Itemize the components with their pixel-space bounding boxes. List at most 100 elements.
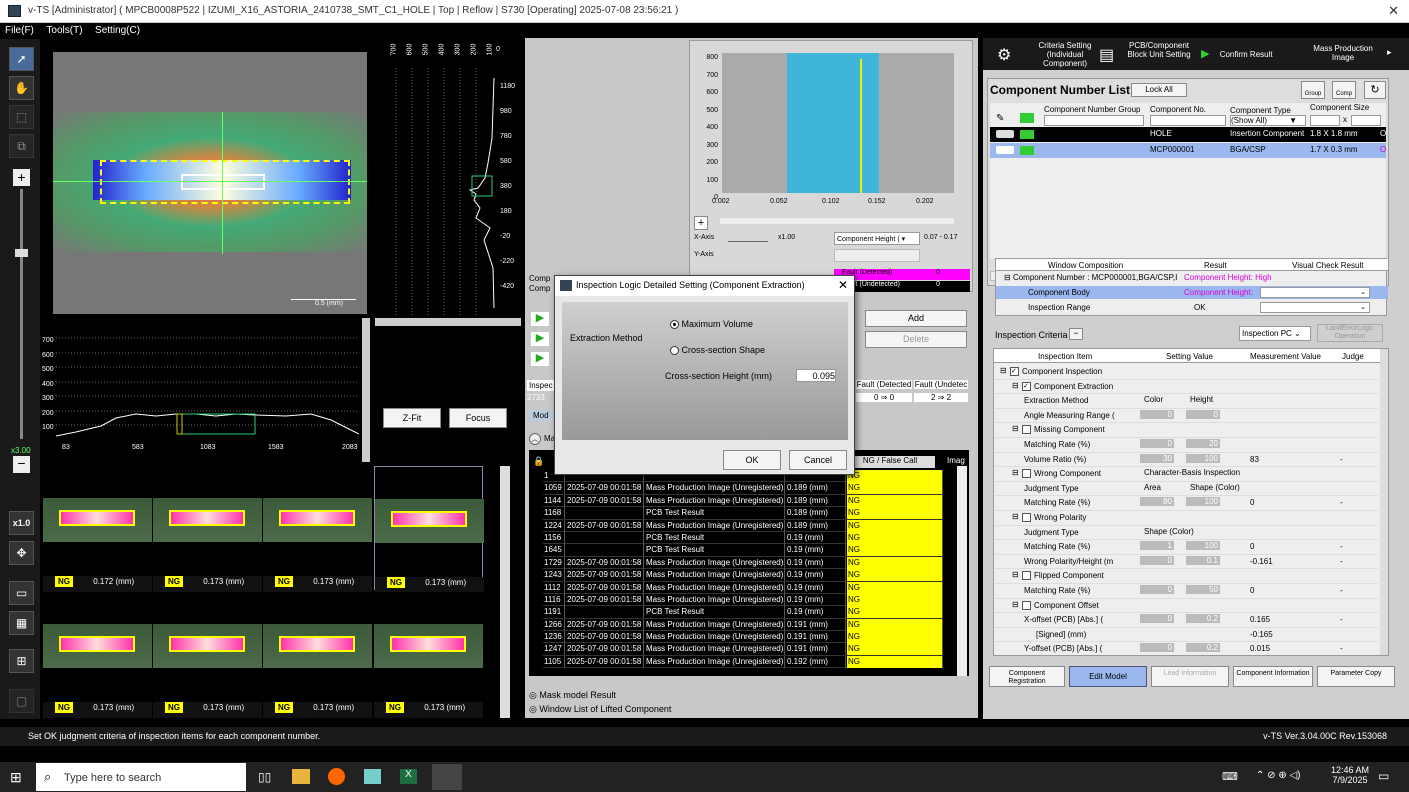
tab-edit-model[interactable]: Edit Model <box>1069 666 1147 687</box>
setting-max[interactable]: 0.1 <box>1186 555 1220 565</box>
group-filter[interactable] <box>1044 115 1144 126</box>
criteria-row[interactable]: ⊟ Wrong Polarity <box>994 511 1378 526</box>
x-axis-slider[interactable] <box>728 234 768 242</box>
fit-icon[interactable]: ⊞ <box>9 649 34 673</box>
setting-max[interactable]: 100 <box>1186 453 1220 463</box>
list-item[interactable]: 1116 2025-07-09 00:01:58 Mass Production I… <box>543 593 943 607</box>
list-item[interactable]: 1112 2025-07-09 00:01:58 Mass Production I… <box>543 581 943 594</box>
profile-scrollbar[interactable] <box>375 318 521 326</box>
option-cross-section[interactable]: Cross-section Shape <box>670 345 765 356</box>
criteria-row[interactable]: [Signed] (mm) -0.165 <box>994 628 1378 643</box>
criteria-row[interactable]: Matching Rate (%) 0 20 <box>994 438 1378 453</box>
menu-setting[interactable]: Setting(C) <box>90 23 145 38</box>
setting-min[interactable]: 0 <box>1140 555 1174 565</box>
lifted-component-row[interactable]: ◎ Window List of Lifted Component <box>529 704 671 715</box>
thumbnail[interactable]: NG 0.173 (mm) <box>263 592 372 718</box>
criteria-collapse-button[interactable]: − <box>1069 328 1083 340</box>
window-icon[interactable]: ▭ <box>9 581 34 605</box>
setting-max[interactable]: Height <box>1190 395 1270 404</box>
list-item[interactable]: 1168 PCB Test Result 0.189 (mm) NG <box>543 507 943 520</box>
zoom-slider-track[interactable] <box>20 189 23 439</box>
tab-lead-information[interactable]: Lead Information <box>1151 666 1229 687</box>
expand-icon[interactable]: ⊟ <box>1012 570 1019 579</box>
dialog-close-button[interactable]: ✕ <box>838 278 848 292</box>
criteria-row[interactable]: Matching Rate (%) 1 100 0 - <box>994 540 1378 555</box>
size-filter-x[interactable] <box>1310 115 1340 126</box>
setting-max[interactable]: 0.2 <box>1186 614 1220 624</box>
land-error-logic-button[interactable]: LandErrorLogic Operation <box>1317 324 1383 342</box>
tab-component-information[interactable]: Component Information <box>1233 666 1313 687</box>
thumbnail[interactable]: NG 0.173 (mm) <box>374 592 483 718</box>
criteria-row[interactable]: ✓ ⊟ Component Extraction <box>994 380 1378 395</box>
dialog-cancel-button[interactable]: Cancel <box>789 450 847 470</box>
component-window[interactable] <box>181 174 265 190</box>
select-area-icon[interactable]: ⬚ <box>9 105 34 129</box>
edit-pencil-icon[interactable]: ✎ <box>996 113 1004 124</box>
criteria-setting-button[interactable]: ⚙ Criteria Setting (Individual Component) <box>997 41 1097 69</box>
dialog-ok-button[interactable]: OK <box>723 450 781 470</box>
vts-taskbar-icon[interactable] <box>432 764 462 790</box>
refresh-icon[interactable]: ↻ <box>1364 81 1386 99</box>
bottom-profile-scrollbar[interactable] <box>362 318 370 462</box>
criteria-row[interactable]: Matching Rate (%) 80 100 0 - <box>994 496 1378 511</box>
close-window-button[interactable]: ✕ <box>1388 3 1399 19</box>
size-filter-y[interactable] <box>1351 115 1381 126</box>
list-item[interactable]: 1243 2025-07-09 00:01:58 Mass Production I… <box>543 569 943 582</box>
mask-model-row[interactable]: ◎ Mask model Result <box>529 690 616 701</box>
move-icon[interactable]: ✥ <box>9 541 34 565</box>
list-item[interactable]: 1224 2025-07-09 00:01:58 Mass Production I… <box>543 519 943 532</box>
criteria-row[interactable]: Y-offset (PCB) [Abs.] (0 0.2 0.015 - <box>994 642 1378 655</box>
thumbnail[interactable]: NG 0.172 (mm) <box>43 466 152 592</box>
criteria-row[interactable]: Wrong Polarity/Height (m 0 0.1 -0.161 - <box>994 555 1378 570</box>
menu-file[interactable]: File(F) <box>0 23 39 38</box>
list-item[interactable]: 1144 2025-07-09 00:01:58 Mass Production I… <box>543 494 943 508</box>
hand-tool-icon[interactable]: ✋ <box>9 76 34 100</box>
criteria-row[interactable]: X-offset (PCB) [Abs.] (0 0.2 0.165 - <box>994 613 1378 628</box>
list-item[interactable]: 1059 2025-07-09 00:01:58 Mass Production I… <box>543 482 943 495</box>
checkbox-icon[interactable] <box>1022 469 1031 479</box>
chevron-right-icon[interactable]: ▸ <box>1387 47 1392 58</box>
type-filter[interactable]: (Show All) ▼ <box>1230 115 1306 126</box>
checkbox-icon[interactable] <box>1022 512 1031 522</box>
menu-tools[interactable]: Tools(T) <box>41 23 87 38</box>
option-maximum-volume[interactable]: Maximum Volume <box>670 319 753 330</box>
thumbnail-selected[interactable]: NG 0.173 (mm) <box>374 466 484 593</box>
list-item[interactable]: 1236 2025-07-09 00:01:58 Mass Production I… <box>543 631 943 644</box>
ratio-button[interactable]: x1.0 <box>9 511 34 535</box>
inspection-pc-select[interactable]: Inspection PC ⌄ <box>1239 326 1311 341</box>
pcb-block-button[interactable]: ▤ PCB/Component Block Unit Setting <box>1097 41 1195 69</box>
setting-max[interactable]: 100 <box>1186 497 1220 507</box>
focus-button[interactable]: Focus <box>449 408 507 428</box>
play-icon[interactable]: ▶ <box>531 352 549 366</box>
visual-check-select-2[interactable]: ⌄ <box>1260 302 1370 313</box>
criteria-row[interactable]: ⊟ Missing Component <box>994 423 1378 438</box>
setting-min[interactable]: 0 <box>1140 614 1174 624</box>
taskbar-search[interactable]: ⌕ Type here to search <box>36 763 246 791</box>
table-row-selected[interactable]: MCP000001 BGA/CSP 1.7 X 0.3 mm O <box>990 143 1386 158</box>
setting-max[interactable]: Shape (Color) <box>1190 483 1270 492</box>
criteria-row[interactable]: ⊟ Component Offset <box>994 599 1378 614</box>
thumbnail[interactable]: NG 0.173 (mm) <box>153 466 262 592</box>
criteria-row[interactable]: Matching Rate (%) 0 50 0 - <box>994 584 1378 599</box>
keyboard-icon[interactable]: ⌨ <box>1222 770 1238 783</box>
table-row[interactable]: HOLE Insertion Component 1.8 X 1.8 mm O <box>990 127 1386 142</box>
setting-max[interactable]: 0.2 <box>1186 643 1220 653</box>
setting-max[interactable]: 50 <box>1186 584 1220 594</box>
no-filter[interactable] <box>1150 115 1226 126</box>
expand-icon[interactable]: ⊟ <box>1012 381 1019 390</box>
criteria-row[interactable]: ⊟ Flipped Component <box>994 569 1378 584</box>
setting-min[interactable]: 0 <box>1140 584 1174 594</box>
expand-icon[interactable]: ⊟ <box>1012 468 1019 477</box>
expand-icon[interactable]: ⊟ <box>1000 366 1007 375</box>
criteria-row[interactable]: Extraction Method Color Height <box>994 394 1378 409</box>
windows-start-icon[interactable]: ⊞ <box>10 769 22 786</box>
list-item[interactable]: 1191 PCB Test Result 0.19 (mm) NG <box>543 606 943 619</box>
lock-icon[interactable]: 🔒 <box>533 456 544 467</box>
play-icon[interactable]: ▶ <box>531 312 549 326</box>
play-icon[interactable]: ▶ <box>531 332 549 346</box>
setting-min[interactable]: 0 <box>1140 409 1174 419</box>
expand-icon[interactable]: ⊟ <box>1012 424 1019 433</box>
checkbox-icon[interactable] <box>1022 600 1031 610</box>
list-item[interactable]: 1645 PCB Test Result 0.19 (mm) NG <box>543 544 943 557</box>
lock-all-button[interactable]: Lock All <box>1131 83 1187 97</box>
